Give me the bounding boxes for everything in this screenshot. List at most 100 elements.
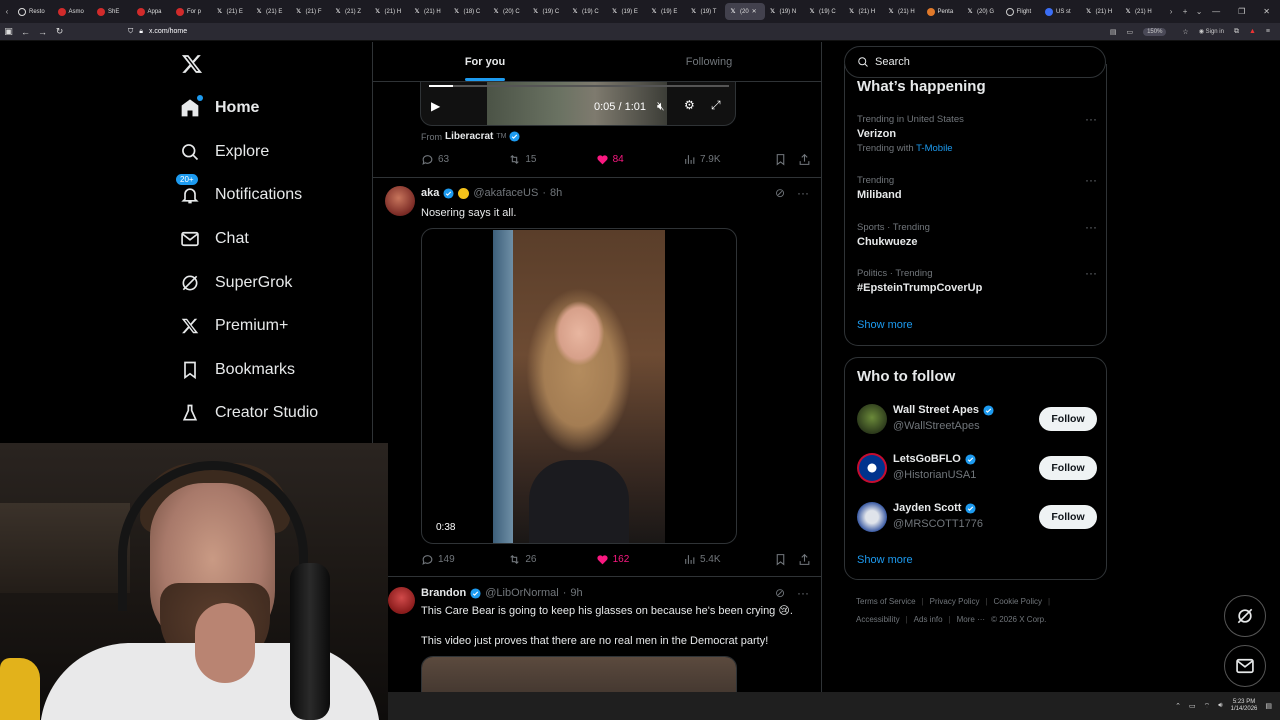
suggestion-name[interactable]: Jayden Scott bbox=[893, 502, 977, 514]
account-sign-in[interactable]: ◉ Sign in bbox=[1199, 28, 1224, 35]
browser-tab[interactable]: 𝕏 (21) H bbox=[844, 3, 884, 20]
sidebar-toggle-icon[interactable]: ▣ bbox=[0, 26, 17, 37]
browser-tab[interactable]: 𝕏 (19) C bbox=[567, 3, 607, 20]
forward-icon[interactable]: → bbox=[34, 27, 51, 37]
footer-accessibility[interactable]: Accessibility bbox=[856, 615, 900, 624]
trend-item[interactable]: Trending Miliband ··· bbox=[857, 173, 1097, 201]
avatar[interactable] bbox=[857, 453, 887, 483]
footer-cookie[interactable]: Cookie Policy bbox=[994, 597, 1042, 606]
browser-tab[interactable]: 𝕏 (21) H bbox=[409, 3, 449, 20]
browser-tab[interactable]: 𝕏 (18) C bbox=[449, 3, 489, 20]
menu-icon[interactable]: ≡ bbox=[1266, 28, 1270, 35]
browser-tab[interactable]: Resto bbox=[14, 3, 54, 20]
trend-item[interactable]: Trending in United States Verizon Trendi… bbox=[857, 112, 1097, 154]
avatar[interactable] bbox=[857, 502, 887, 532]
settings-gear-icon[interactable]: ⚙ bbox=[684, 98, 695, 112]
grok-fab-button[interactable] bbox=[1224, 595, 1266, 637]
notification-center-icon[interactable]: ▤ bbox=[1265, 702, 1272, 710]
browser-tab[interactable]: 𝕏 (21) H bbox=[1120, 3, 1160, 20]
url-text[interactable]: x.com/home bbox=[149, 28, 187, 35]
suggestion-name[interactable]: Wall Street Apes bbox=[893, 404, 994, 416]
browser-tab[interactable]: 𝕏 (21) H bbox=[370, 3, 410, 20]
video-progress-bar[interactable] bbox=[429, 85, 729, 87]
fullscreen-icon[interactable]: ⤢ bbox=[711, 98, 721, 113]
suggestion-name[interactable]: LetsGoBFLO bbox=[893, 453, 976, 465]
lock-icon[interactable]: 🔒︎ bbox=[139, 28, 143, 36]
suggestion-handle[interactable]: @WallStreetApes bbox=[893, 420, 980, 432]
browser-tab[interactable]: 𝕏 (19) T bbox=[686, 3, 726, 20]
close-window-icon[interactable]: ✕ bbox=[1263, 7, 1270, 16]
avatar[interactable] bbox=[385, 186, 415, 216]
bookmark-button[interactable] bbox=[774, 553, 798, 566]
bookmark-star-icon[interactable]: ☆ bbox=[1182, 28, 1188, 36]
address-bar[interactable]: ⛉ 🔒︎ x.com/home bbox=[128, 28, 1110, 36]
tabs-scroll-right-icon[interactable]: › bbox=[1164, 7, 1178, 16]
follow-suggestion[interactable]: Wall Street Apes @WallStreetApes Follow bbox=[857, 402, 1097, 436]
video-source[interactable]: From Liberacrat TM bbox=[421, 131, 521, 142]
nav-creator-studio[interactable]: Creator Studio bbox=[180, 401, 318, 425]
close-tab-icon[interactable]: ✕ bbox=[752, 8, 757, 15]
browser-tab[interactable]: 𝕏 (21) H bbox=[1081, 3, 1121, 20]
browser-tab[interactable]: 𝕏 (21) H bbox=[883, 3, 923, 20]
author-name[interactable]: Brandon bbox=[421, 587, 466, 599]
show-more-follow[interactable]: Show more bbox=[857, 554, 913, 566]
browser-tab[interactable]: 𝕏 (19) E bbox=[646, 3, 686, 20]
follow-button[interactable]: Follow bbox=[1039, 456, 1097, 480]
maximize-icon[interactable]: ❐ bbox=[1238, 7, 1245, 16]
reply-button[interactable]: 63 bbox=[421, 153, 508, 166]
reload-icon[interactable]: ↻ bbox=[51, 26, 68, 37]
browser-tab[interactable]: For p bbox=[172, 3, 212, 20]
follow-button[interactable]: Follow bbox=[1039, 407, 1097, 431]
browser-tab[interactable]: 𝕏 (21) Z bbox=[330, 3, 370, 20]
tray-chevron-icon[interactable]: ⌃ bbox=[1175, 702, 1181, 710]
back-icon[interactable]: ← bbox=[17, 27, 34, 37]
nav-home[interactable]: Home bbox=[180, 95, 259, 120]
tab-list-icon[interactable]: ⌄ bbox=[1192, 7, 1206, 16]
trend-item[interactable]: Politics · Trending #EpsteinTrumpCoverUp… bbox=[857, 266, 1097, 294]
grok-explain-icon[interactable]: ⊘ bbox=[775, 586, 785, 600]
browser-tab[interactable]: 𝕏 (19) C bbox=[804, 3, 844, 20]
nav-explore[interactable]: Explore bbox=[180, 140, 269, 164]
follow-suggestion[interactable]: Jayden Scott @MRSCOTT1776 Follow bbox=[857, 500, 1097, 534]
nav-notifications[interactable]: 20+ Notifications bbox=[175, 173, 302, 207]
messages-fab-button[interactable] bbox=[1224, 645, 1266, 687]
network-icon[interactable]: ▭ bbox=[1189, 702, 1196, 710]
x-logo-icon[interactable] bbox=[181, 53, 203, 75]
tabs-scroll-left-icon[interactable]: ‹ bbox=[0, 7, 14, 16]
browser-tab[interactable]: Flight bbox=[1002, 3, 1042, 20]
tab-following[interactable]: Following bbox=[597, 42, 821, 81]
reader-view-icon[interactable]: ▤ bbox=[1110, 28, 1117, 36]
author-handle[interactable]: @akafaceUS bbox=[473, 187, 538, 199]
author-name[interactable]: aka bbox=[421, 187, 439, 199]
repost-button[interactable]: 26 bbox=[508, 553, 595, 566]
more-options-icon[interactable]: ··· bbox=[797, 186, 809, 200]
follow-suggestion[interactable]: LetsGoBFLO @HistorianUSA1 Follow bbox=[857, 451, 1097, 485]
views-button[interactable]: 5.4K bbox=[683, 553, 774, 566]
more-options-icon[interactable]: ··· bbox=[797, 586, 809, 600]
zoom-level[interactable]: 150% bbox=[1143, 27, 1167, 36]
system-clock[interactable]: 5:23 PM 1/14/2026 bbox=[1231, 699, 1258, 713]
extension-red-icon[interactable]: ▲ bbox=[1249, 28, 1256, 35]
reply-button[interactable]: 149 bbox=[421, 553, 508, 566]
browser-tab[interactable]: Penta bbox=[923, 3, 963, 20]
views-button[interactable]: 7.9K bbox=[683, 153, 774, 166]
browser-tab[interactable]: 𝕏 (20 ✕ bbox=[725, 3, 765, 20]
suggestion-handle[interactable]: @HistorianUSA1 bbox=[893, 469, 976, 481]
browser-tab[interactable]: ShE bbox=[93, 3, 133, 20]
trend-item[interactable]: Sports · Trending Chukwueze ··· bbox=[857, 220, 1097, 248]
more-options-icon[interactable]: ··· bbox=[1085, 220, 1097, 234]
tab-for-you[interactable]: For you bbox=[373, 42, 597, 81]
trend-with-link[interactable]: T-Mobile bbox=[916, 143, 952, 154]
footer-terms[interactable]: Terms of Service bbox=[856, 597, 916, 606]
more-options-icon[interactable]: ··· bbox=[1085, 112, 1097, 126]
tweet-time[interactable]: 8h bbox=[550, 187, 562, 199]
more-options-icon[interactable]: ··· bbox=[1085, 266, 1097, 280]
play-icon[interactable]: ▶ bbox=[431, 99, 440, 113]
browser-tab[interactable]: US st bbox=[1041, 3, 1081, 20]
tweet-video[interactable]: 0:38 bbox=[421, 228, 737, 544]
pip-icon[interactable]: ▭ bbox=[1126, 28, 1133, 36]
browser-tab[interactable]: 𝕏 (20) C bbox=[488, 3, 528, 20]
wifi-icon[interactable]: ⌔ bbox=[1204, 702, 1211, 711]
grok-explain-icon[interactable]: ⊘ bbox=[775, 186, 785, 200]
browser-tab[interactable]: 𝕏 (21) E bbox=[251, 3, 291, 20]
